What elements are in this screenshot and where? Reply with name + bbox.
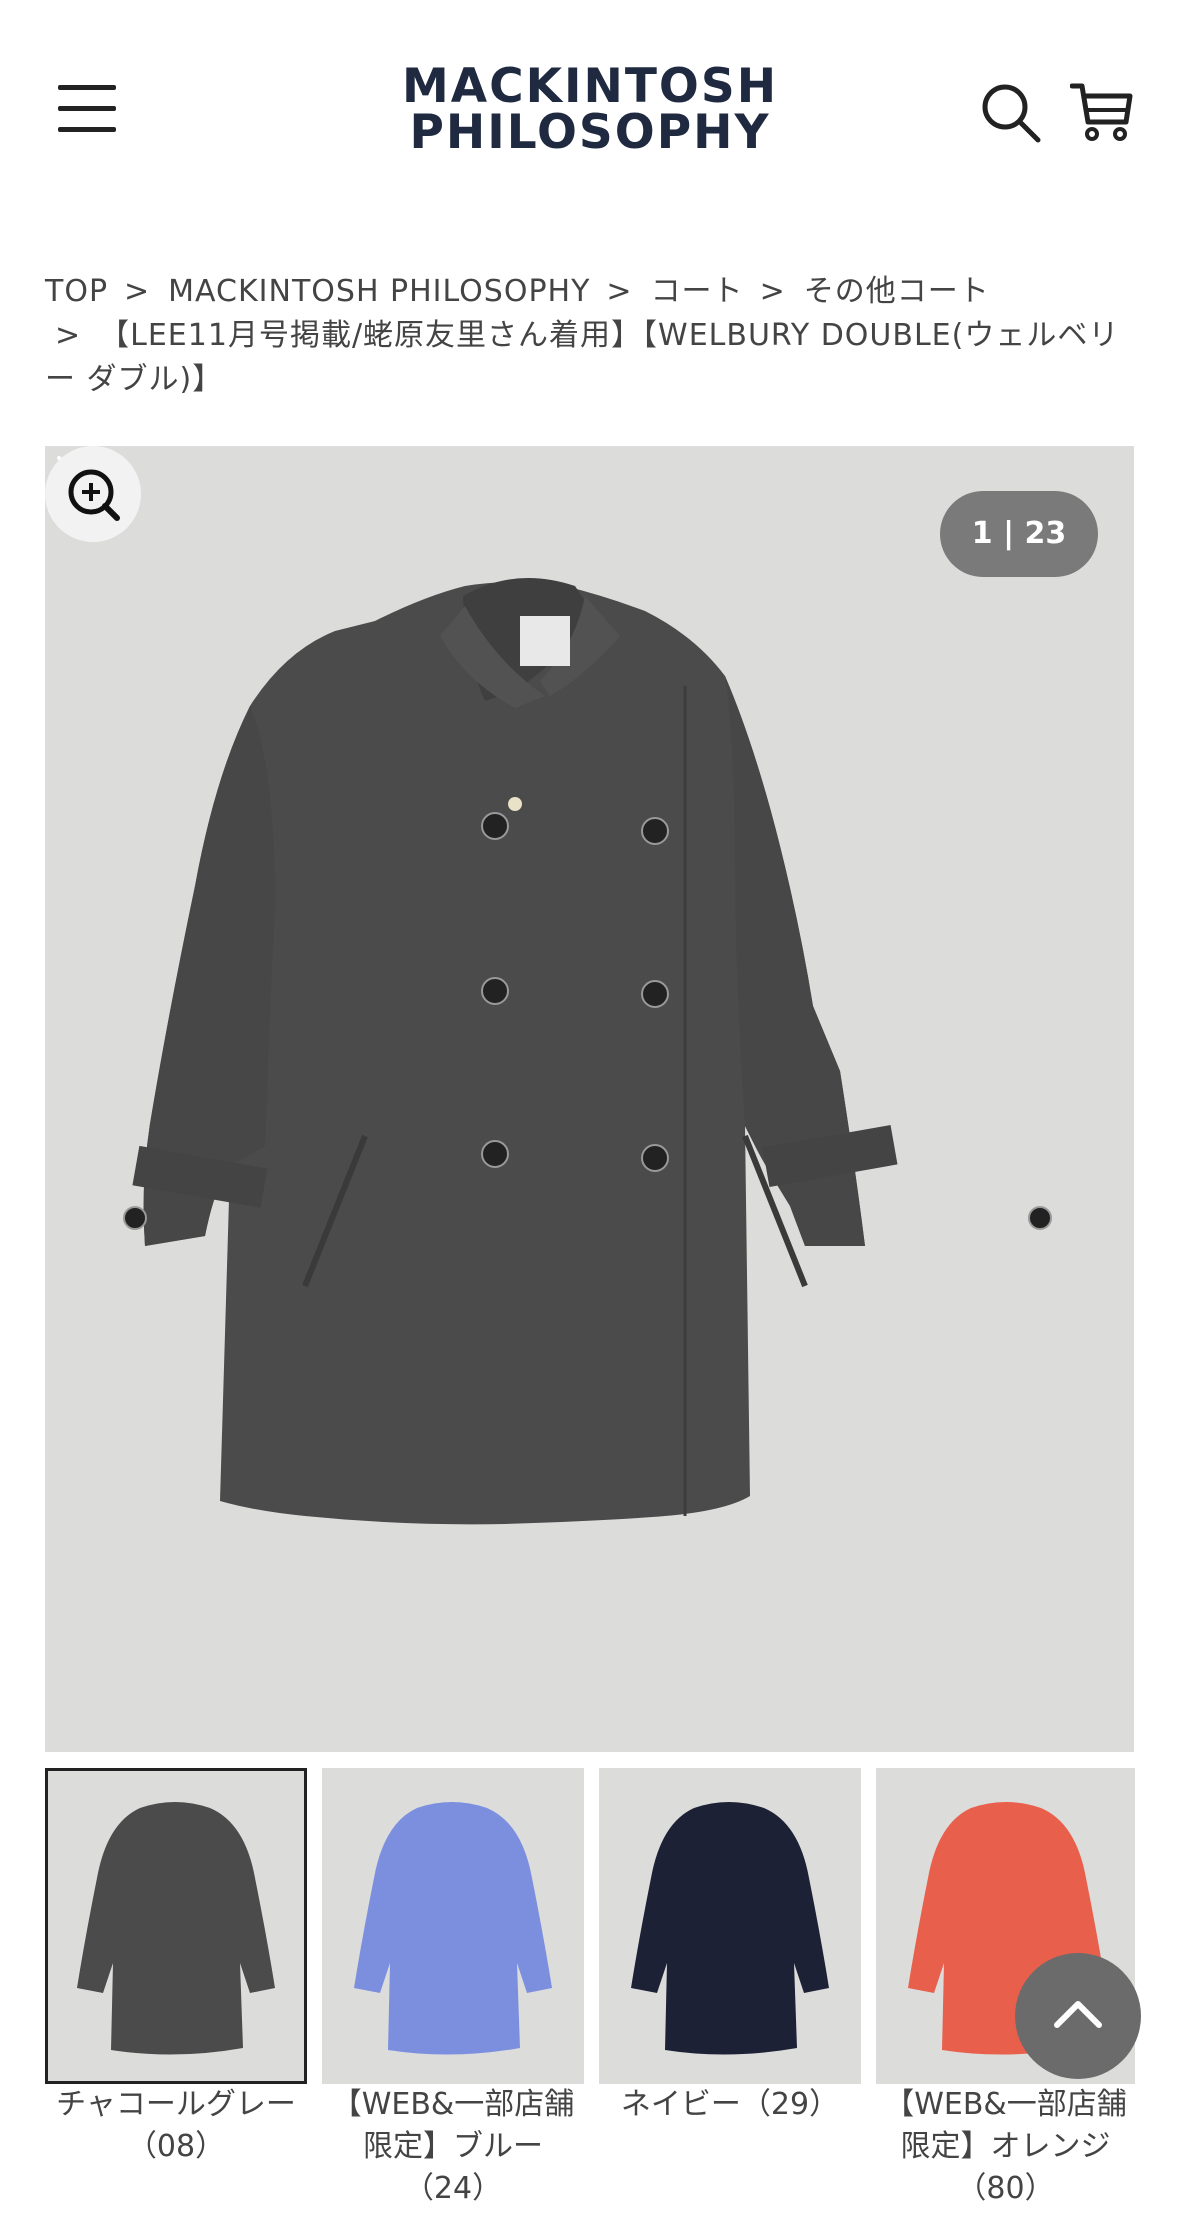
breadcrumb-separator: > bbox=[606, 274, 633, 309]
breadcrumb-other-coat[interactable]: その他コート bbox=[804, 274, 990, 309]
variant-label-navy[interactable]: ネイビー（29） bbox=[599, 2084, 861, 2126]
breadcrumb-separator: > bbox=[55, 318, 82, 353]
breadcrumb: TOP > MACKINTOSH PHILOSOPHY > コート > その他コート > 【L… bbox=[45, 270, 1135, 402]
breadcrumb-coat[interactable]: コート bbox=[651, 274, 744, 309]
thumb-image bbox=[599, 1768, 861, 2084]
menu-icon[interactable] bbox=[58, 85, 118, 133]
thumb-image bbox=[322, 1768, 584, 2084]
logo-line-2: PHILOSOPHY bbox=[409, 105, 771, 160]
variant-thumbnail-charcoal[interactable] bbox=[45, 1768, 307, 2084]
variant-thumbnail-navy[interactable] bbox=[599, 1768, 861, 2084]
search-icon[interactable] bbox=[980, 82, 1042, 144]
image-counter: 1 | 23 bbox=[940, 491, 1098, 577]
thumb-image bbox=[45, 1768, 307, 2084]
chevron-up-icon[interactable] bbox=[1015, 1953, 1141, 2079]
coat-illustration bbox=[123, 578, 1052, 1525]
variant-label-blue[interactable]: 【WEB&一部店舗限定】ブルー（24） bbox=[322, 2084, 584, 2210]
breadcrumb-current: 【LEE11月号掲載/蛯原友里さん着用】【WELBURY DOUBLE(ウェルベ… bbox=[45, 318, 1120, 397]
breadcrumb-top[interactable]: TOP bbox=[45, 274, 108, 309]
site-header: MACKINTOSH PHILOSOPHY bbox=[0, 0, 1179, 230]
product-main-image[interactable]: 1 | 23 bbox=[45, 446, 1134, 1752]
zoom-in-icon[interactable] bbox=[45, 446, 141, 542]
breadcrumb-brand[interactable]: MACKINTOSH PHILOSOPHY bbox=[168, 274, 590, 309]
logo-line-1: MACKINTOSH bbox=[401, 59, 779, 114]
color-variant-thumbnails bbox=[45, 1768, 1135, 2088]
variant-label-charcoal[interactable]: チャコールグレー（08） bbox=[45, 2084, 307, 2168]
brand-logo[interactable]: MACKINTOSH PHILOSOPHY bbox=[390, 59, 790, 160]
variant-thumbnail-blue[interactable] bbox=[322, 1768, 584, 2084]
variant-label-orange[interactable]: 【WEB&一部店舗限定】オレンジ（80） bbox=[876, 2084, 1135, 2210]
breadcrumb-separator: > bbox=[759, 274, 786, 309]
cart-icon[interactable] bbox=[1070, 80, 1134, 144]
breadcrumb-separator: > bbox=[124, 274, 151, 309]
